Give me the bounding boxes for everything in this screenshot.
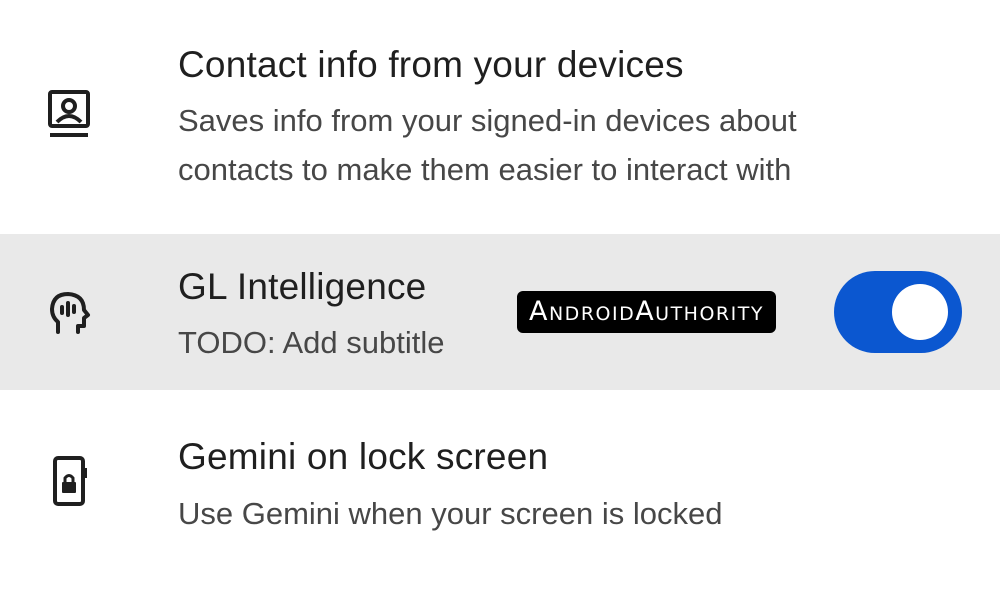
gl-intelligence-subtitle: TODO: Add subtitle (178, 325, 445, 360)
gemini-lock-title: Gemini on lock screen (178, 436, 549, 477)
settings-item-contact-info[interactable]: Contact info from your devices Saves inf… (0, 0, 1000, 232)
contact-info-title: Contact info from your devices (178, 44, 684, 85)
settings-item-gl-intelligence[interactable]: GL Intelligence TODO: Add subtitle Andro… (0, 234, 1000, 390)
phone-lock-icon (38, 450, 100, 512)
toggle-thumb (892, 284, 948, 340)
settings-item-gemini-lock-screen[interactable]: Gemini on lock screen Use Gemini when yo… (0, 392, 1000, 616)
contact-info-subtitle: Saves info from your signed-in devices a… (178, 96, 797, 194)
head-intelligence-icon (38, 282, 100, 344)
contact-card-icon (38, 84, 100, 146)
gemini-lock-subtitle: Use Gemini when your screen is locked (178, 496, 723, 531)
gl-intelligence-title: GL Intelligence (178, 266, 427, 307)
contact-info-subtitle-line2: contacts to make them easier to interact… (178, 152, 792, 187)
settings-screen: Contact info from your devices Saves inf… (0, 0, 1000, 616)
gl-intelligence-toggle[interactable] (834, 271, 962, 353)
contact-info-subtitle-line1: Saves info from your signed-in devices a… (178, 103, 797, 138)
watermark-label: AndroidAuthority (517, 291, 776, 333)
